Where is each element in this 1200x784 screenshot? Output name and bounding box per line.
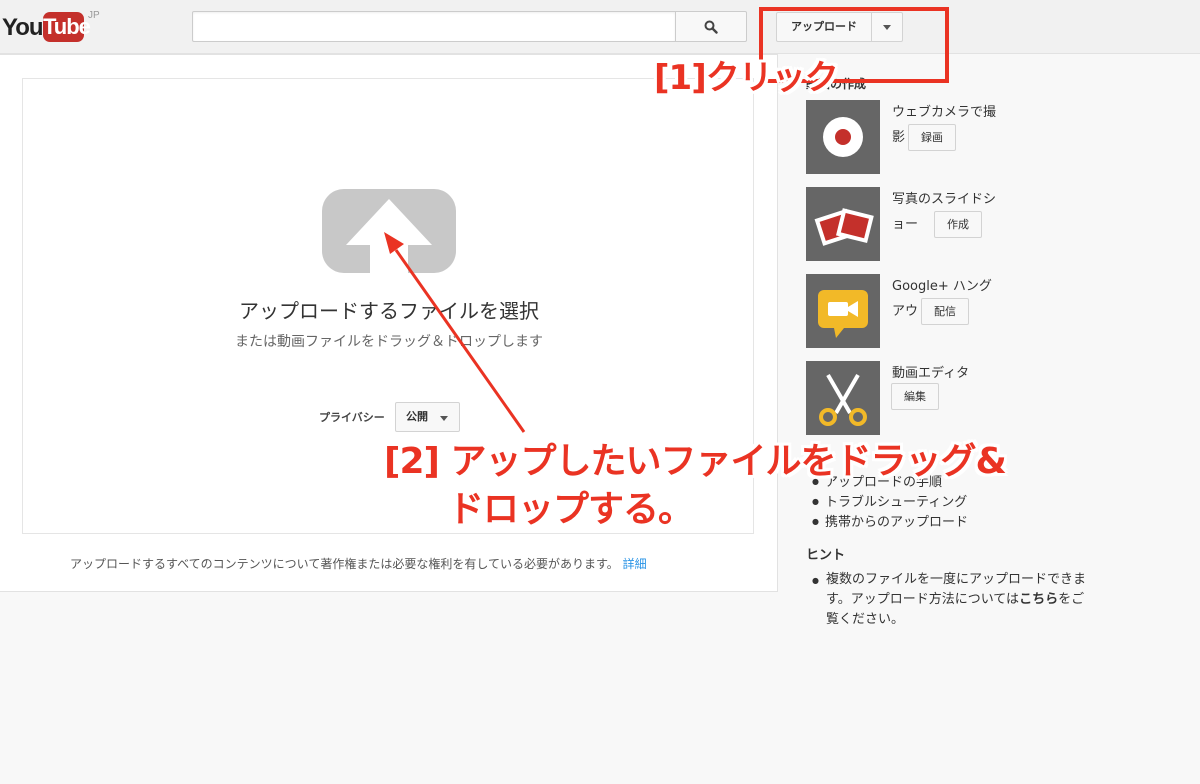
select-file-title[interactable]: アップロードするファイルを選択 [23, 295, 755, 324]
record-button[interactable]: 録画 [908, 124, 956, 151]
hangout-tool: Google+ ハングアウト 配信 [806, 274, 1186, 350]
annotation-step2-line2: ドロップする。 [448, 489, 694, 530]
rights-notice-text: アップロードするすべてのコンテンツについて著作権または必要な権利を有している必要… [70, 557, 619, 571]
drag-drop-hint: または動画ファイルをドラッグ＆ドロップします [235, 334, 543, 350]
edit-button[interactable]: 編集 [891, 383, 939, 410]
scissors-icon [819, 373, 867, 426]
create-slideshow-button[interactable]: 作成 [934, 211, 982, 238]
chevron-down-icon [440, 416, 448, 421]
annotation-step1: [1]クリック [654, 58, 839, 98]
bullet-icon: ● [812, 576, 819, 585]
hint-link[interactable]: こちら [1019, 592, 1058, 607]
webcam-tool: ウェブカメラで撮影 録画 [806, 100, 1186, 176]
search-input[interactable] [192, 11, 676, 42]
broadcast-button[interactable]: 配信 [921, 298, 969, 325]
logo-tube-text: Tube [43, 12, 91, 42]
video-editor-tool: 動画エディタ 編集 [806, 361, 1186, 437]
tool-thumbnail[interactable] [806, 361, 880, 435]
search-icon [704, 20, 718, 34]
logo-you-text: You [2, 14, 44, 41]
photo-slideshow-icon [814, 208, 874, 246]
tool-thumbnail[interactable] [806, 100, 880, 174]
privacy-value: 公開 [406, 410, 428, 423]
privacy-select[interactable]: 公開 [395, 402, 460, 432]
annotation-step2-line1: [2] アップしたいファイルをドラッグ& [384, 441, 1007, 482]
hint-text: 複数のファイルを一度にアップロードできます。アップロード方法についてはこちらをご… [826, 570, 1086, 630]
masthead: You Tube JP アップロード [0, 0, 1200, 54]
slideshow-tool: 写真のスライドショー 作成 [806, 187, 1186, 263]
hangout-camera-icon [818, 290, 868, 338]
logo-region: JP [88, 10, 100, 21]
upload-arrow-icon[interactable] [322, 189, 456, 273]
hints-title: ヒント [806, 548, 846, 563]
search-button[interactable] [675, 11, 747, 42]
help-link[interactable]: トラブルシューティング [812, 492, 968, 512]
help-link[interactable]: 携帯からのアップロード [812, 512, 968, 532]
tool-thumbnail[interactable] [806, 187, 880, 261]
tool-thumbnail[interactable] [806, 274, 880, 348]
record-icon [823, 117, 863, 157]
privacy-label: プライバシー [319, 411, 385, 424]
rights-details-link[interactable]: 詳細 [623, 557, 647, 571]
rights-notice: アップロードするすべてのコンテンツについて著作権または必要な権利を有している必要… [70, 555, 647, 572]
